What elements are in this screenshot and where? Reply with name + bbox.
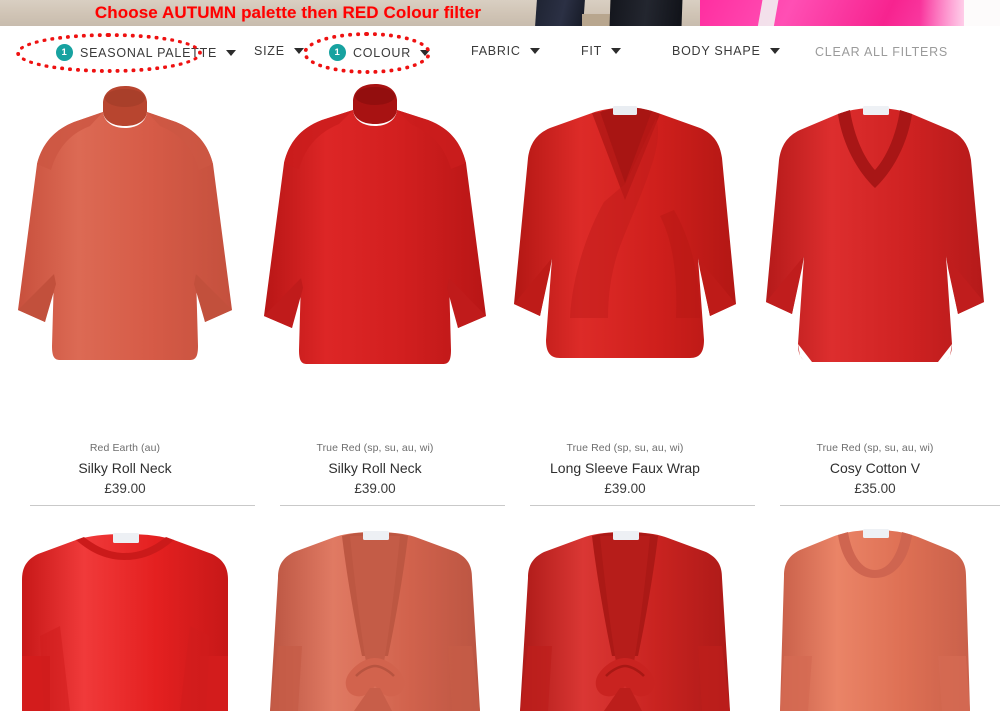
garment-wrap-top-icon (500, 78, 750, 428)
product-name: Silky Roll Neck (328, 460, 422, 476)
filter-fit[interactable]: FIT (581, 44, 621, 58)
product-image[interactable] (500, 78, 750, 428)
product-image[interactable] (750, 78, 1000, 428)
filter-colour[interactable]: 1 COLOUR (329, 44, 430, 61)
product-listing-page: Choose AUTUMN palette then RED Colour fi… (0, 0, 1000, 711)
chevron-down-icon (769, 48, 780, 54)
filter-size[interactable]: SIZE (254, 44, 304, 58)
product-grid: Red Earth (au) Silky Roll Neck £39.00 Tr… (0, 78, 1000, 711)
hero-banner: Choose AUTUMN palette then RED Colour fi… (0, 0, 1000, 26)
garment-tiefront-icon (250, 506, 500, 711)
product-swatch-name: Red Earth (au) (89, 442, 161, 454)
product-row: Red Earth (au) Silky Roll Neck £39.00 Tr… (0, 78, 1000, 506)
product-image[interactable] (0, 506, 250, 711)
product-name: Cosy Cotton V (829, 460, 921, 476)
annotation-caption-text: Choose AUTUMN palette then RED Colour fi… (94, 3, 482, 22)
garment-vneck-icon (750, 78, 1000, 428)
product-image[interactable] (750, 506, 1000, 711)
chevron-down-icon (226, 49, 237, 56)
product-card[interactable]: True Red (sp, su, au, wi) Long Sleeve Fa… (500, 78, 755, 506)
product-swatch-name: True Red (sp, su, au, wi) (566, 442, 684, 454)
garment-rollneck-icon (250, 78, 500, 428)
product-card[interactable] (0, 506, 250, 711)
garment-tiefront-icon (500, 506, 750, 711)
filter-fabric[interactable]: FABRIC (471, 44, 540, 58)
filter-fit-label: FIT (581, 44, 602, 58)
filter-colour-badge: 1 (329, 44, 346, 61)
annotation-caption: Choose AUTUMN palette then RED Colour fi… (0, 1, 1000, 25)
chevron-down-icon (529, 48, 540, 54)
product-name: Silky Roll Neck (78, 460, 172, 476)
garment-scoopneck-icon (750, 506, 1000, 711)
filter-size-label: SIZE (254, 44, 285, 58)
product-card[interactable] (750, 506, 1000, 711)
chevron-down-icon (293, 48, 304, 54)
product-name: Long Sleeve Faux Wrap (550, 460, 700, 476)
product-card[interactable]: True Red (sp, su, au, wi) Cosy Cotton V … (750, 78, 1000, 506)
chevron-down-icon (419, 49, 430, 56)
product-price: £35.00 (854, 481, 896, 496)
filter-colour-label: COLOUR (353, 45, 411, 60)
product-image[interactable] (250, 506, 500, 711)
garment-boatneck-icon (0, 506, 250, 711)
product-meta: True Red (sp, su, au, wi) Long Sleeve Fa… (500, 442, 750, 496)
filter-seasonal-palette-label: SEASONAL PALETTE (80, 45, 218, 60)
filter-body-shape[interactable]: BODY SHAPE (672, 44, 780, 58)
filter-seasonal-palette[interactable]: 1 SEASONAL PALETTE (56, 44, 237, 61)
product-card[interactable]: True Red (sp, su, au, wi) Silky Roll Nec… (250, 78, 505, 506)
product-card[interactable] (500, 506, 750, 711)
filter-body-shape-label: BODY SHAPE (672, 44, 761, 58)
product-row (0, 506, 1000, 711)
product-price: £39.00 (104, 481, 146, 496)
product-meta: True Red (sp, su, au, wi) Silky Roll Nec… (250, 442, 500, 496)
filter-seasonal-palette-badge: 1 (56, 44, 73, 61)
chevron-down-icon (611, 48, 621, 54)
garment-rollneck-icon (0, 78, 250, 428)
product-price: £39.00 (354, 481, 396, 496)
product-meta: True Red (sp, su, au, wi) Cosy Cotton V … (750, 442, 1000, 496)
product-card[interactable] (250, 506, 500, 711)
filter-fabric-label: FABRIC (471, 44, 521, 58)
product-price: £39.00 (604, 481, 646, 496)
product-meta: Red Earth (au) Silky Roll Neck £39.00 (0, 442, 250, 496)
product-swatch-name: True Red (sp, su, au, wi) (816, 442, 934, 454)
product-image[interactable] (250, 78, 500, 428)
product-image[interactable] (0, 78, 250, 428)
product-image[interactable] (500, 506, 750, 711)
clear-all-filters-button[interactable]: CLEAR ALL FILTERS (815, 45, 948, 59)
product-card[interactable]: Red Earth (au) Silky Roll Neck £39.00 (0, 78, 255, 506)
product-swatch-name: True Red (sp, su, au, wi) (316, 442, 434, 454)
